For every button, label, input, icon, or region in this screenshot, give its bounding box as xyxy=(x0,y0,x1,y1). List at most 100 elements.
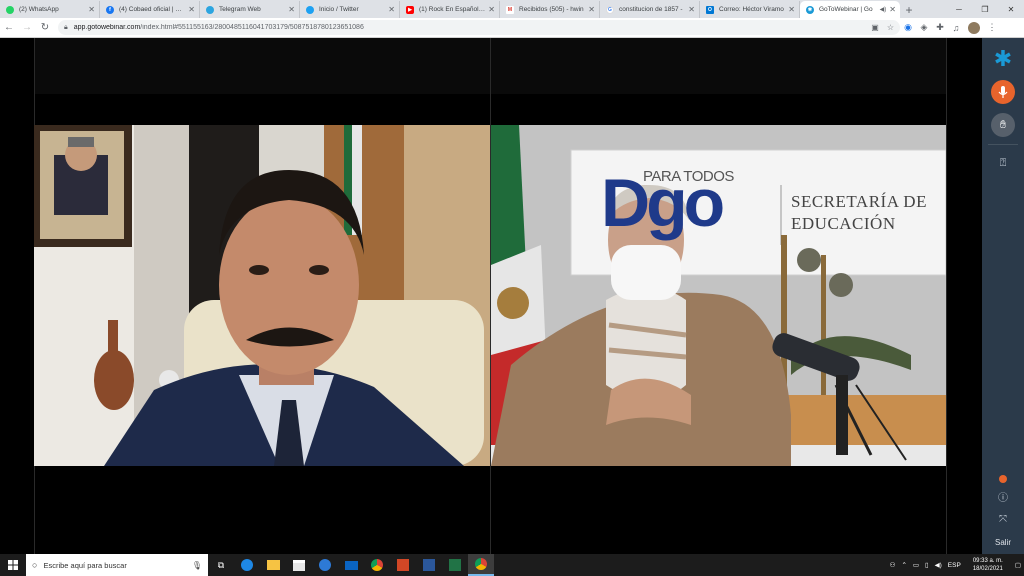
tab-outlook[interactable]: O Correo: Héctor Viramo ✕ xyxy=(700,1,800,18)
clock-date: 18/02/2021 xyxy=(972,566,1003,572)
lock-icon[interactable]: 🔒︎ xyxy=(64,24,68,32)
tab-gmail[interactable]: M Recibidos (505) - hwin ✕ xyxy=(500,1,600,18)
clock-time: 09:33 a. m. xyxy=(972,558,1003,564)
panel-divider xyxy=(988,144,1018,145)
taskbar-search-box[interactable]: ○ Escribe aquí para buscar 🎙︎ xyxy=(26,554,208,576)
video-tile-right[interactable]: PARA TODOS Dgo SECRETARÍA DE EDUCACIÓN xyxy=(491,125,946,466)
tab-telegram[interactable]: Telegram Web ✕ xyxy=(200,1,300,18)
microphone-icon xyxy=(998,85,1008,98)
system-tray: ⚇ ⌃ ▭ ▯ ◀) ESP 09:33 a. m. 18/02/2021 ▢ xyxy=(887,554,1024,576)
tab-title: (4) Cobaed oficial | Face xyxy=(119,6,186,13)
people-icon[interactable]: ⚇ xyxy=(887,561,899,569)
tab-title: Recibidos (505) - hwin xyxy=(519,6,584,13)
fullscreen-button[interactable]: ⤧ xyxy=(991,507,1015,531)
close-window-icon[interactable]: ✕ xyxy=(998,0,1024,18)
banner-dgo-logo: Dgo xyxy=(601,165,725,241)
tab-gotowebinar[interactable]: ✱ GoToWebinar | Go ◀) ✕ xyxy=(800,1,900,18)
url-path: /index.html#551155163/280048511604170317… xyxy=(140,24,364,31)
banner-secretaria: SECRETARÍA DE xyxy=(791,192,927,211)
close-icon[interactable]: ✕ xyxy=(588,5,595,14)
tab-title: (1) Rock En Español En xyxy=(419,6,486,13)
volume-icon[interactable]: ◀) xyxy=(932,561,945,569)
close-icon[interactable]: ✕ xyxy=(288,5,295,14)
excel-icon[interactable] xyxy=(442,554,468,576)
whatsapp-icon xyxy=(6,5,14,14)
tab-title: GoToWebinar | Go xyxy=(819,6,873,13)
outlook-icon: O xyxy=(706,5,714,14)
browser-toolbar: ← → ↻ 🔒︎ app.gotowebinar.com/index.html#… xyxy=(0,18,1024,38)
tab-youtube[interactable]: ▶ (1) Rock En Español En ✕ xyxy=(400,1,500,18)
reload-icon[interactable]: ↻ xyxy=(36,19,54,37)
close-icon[interactable]: ✕ xyxy=(488,5,495,14)
microphone-icon[interactable]: 🎙︎ xyxy=(192,561,202,570)
translate-icon[interactable]: ▣ xyxy=(871,23,879,32)
extension-icon[interactable]: ◉ xyxy=(900,19,916,37)
raise-hand-button[interactable]: ✋︎ xyxy=(991,113,1015,137)
tab-twitter[interactable]: Inicio / Twitter ✕ xyxy=(300,1,400,18)
media-control-icon[interactable]: ♫ xyxy=(948,19,964,37)
close-icon[interactable]: ✕ xyxy=(788,5,795,14)
menu-kebab-icon[interactable]: ⋮ xyxy=(984,19,1000,37)
close-icon[interactable]: ✕ xyxy=(688,5,695,14)
microphone-button[interactable] xyxy=(991,80,1015,104)
address-bar[interactable]: 🔒︎ app.gotowebinar.com/index.html#551155… xyxy=(58,20,900,35)
close-icon[interactable]: ✕ xyxy=(388,5,395,14)
profile-avatar[interactable] xyxy=(968,21,980,34)
speaker-icon[interactable]: ◀) xyxy=(880,6,887,13)
forward-icon[interactable]: → xyxy=(18,19,36,37)
mail-icon[interactable] xyxy=(338,554,364,576)
browser-icon[interactable] xyxy=(312,554,338,576)
hand-icon: ✋︎ xyxy=(999,118,1007,131)
bookmark-star-icon[interactable]: ☆ xyxy=(887,23,894,32)
taskview-icon[interactable]: ⧉ xyxy=(208,554,234,576)
start-button[interactable] xyxy=(0,554,26,576)
tab-whatsapp[interactable]: (2) WhatsApp ✕ xyxy=(0,1,100,18)
gmail-icon: M xyxy=(506,5,514,14)
language-indicator[interactable]: ESP xyxy=(945,562,964,569)
stage-divider xyxy=(946,38,947,554)
minimize-icon[interactable]: ─ xyxy=(946,0,972,18)
youtube-icon: ▶ xyxy=(406,5,414,14)
windows-taskbar: ○ Escribe aquí para buscar 🎙︎ ⧉ ⚇ ⌃ ▭ ▯ … xyxy=(0,554,1024,576)
file-explorer-icon[interactable] xyxy=(260,554,286,576)
url-text[interactable]: app.gotowebinar.com/index.html#551155163… xyxy=(74,24,872,31)
browser-tab-strip: (2) WhatsApp ✕ f (4) Cobaed oficial | Face… xyxy=(0,0,1024,18)
extension-icon[interactable]: ◈ xyxy=(916,19,932,37)
powerpoint-icon[interactable] xyxy=(390,554,416,576)
restore-icon[interactable]: ❐ xyxy=(972,0,998,18)
battery-icon[interactable]: ▯ xyxy=(922,561,932,569)
network-icon[interactable]: ▭ xyxy=(910,561,922,569)
new-tab-button[interactable]: + xyxy=(900,1,918,18)
tab-title: Correo: Héctor Viramo xyxy=(719,6,784,13)
gotowebinar-icon: ✱ xyxy=(806,5,814,14)
video-tile-left[interactable] xyxy=(34,125,490,466)
fullscreen-icon: ⤧ xyxy=(999,513,1007,525)
tab-title: Telegram Web xyxy=(219,6,261,13)
questions-button[interactable]: ⍰ xyxy=(991,151,1015,175)
extensions-puzzle-icon[interactable]: ✚ xyxy=(932,19,948,37)
exit-button[interactable]: Salir xyxy=(982,538,1024,547)
search-icon: ○ xyxy=(32,560,38,570)
close-icon[interactable]: ✕ xyxy=(188,5,195,14)
tab-facebook[interactable]: f (4) Cobaed oficial | Face ✕ xyxy=(100,1,200,18)
info-icon: ⓘ xyxy=(998,492,1008,504)
close-icon[interactable]: ✕ xyxy=(889,5,896,14)
chrome-active-icon[interactable] xyxy=(468,554,494,576)
windows-logo-icon xyxy=(8,560,18,570)
telegram-icon xyxy=(206,5,214,14)
tab-title: constitucion de 1857 - xyxy=(619,6,683,13)
url-host: app.gotowebinar.com xyxy=(73,24,141,31)
tab-google[interactable]: Gconstitucion de 1857 - ✕ xyxy=(600,1,700,18)
chrome-icon[interactable] xyxy=(364,554,390,576)
close-icon[interactable]: ✕ xyxy=(88,5,95,14)
notifications-icon[interactable]: ▢ xyxy=(1012,561,1024,569)
clock[interactable]: 09:33 a. m. 18/02/2021 xyxy=(964,557,1012,573)
edge-icon[interactable] xyxy=(234,554,260,576)
back-icon[interactable]: ← xyxy=(0,19,18,37)
tab-title: (2) WhatsApp xyxy=(19,6,59,13)
word-icon[interactable] xyxy=(416,554,442,576)
show-hidden-icons[interactable]: ⌃ xyxy=(898,561,909,569)
store-icon[interactable] xyxy=(286,554,312,576)
info-button[interactable]: ⓘ xyxy=(991,484,1015,508)
window-controls: ─ ❐ ✕ xyxy=(946,0,1024,18)
